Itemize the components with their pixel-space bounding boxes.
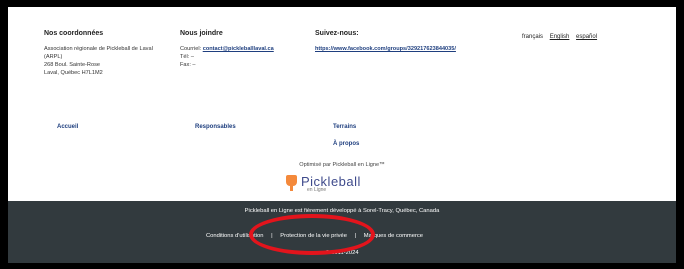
nav-terrains[interactable]: Terrains: [333, 124, 356, 130]
footer-info-area: Nos coordonnées Association régionale de…: [8, 7, 676, 201]
contact-column: Nos coordonnées Association régionale de…: [44, 30, 153, 77]
fax-row: Fax: –: [180, 62, 196, 68]
logo-sub: en Ligne: [307, 187, 327, 193]
nav-responsables[interactable]: Responsables: [195, 124, 236, 130]
follow-title: Suivez-nous:: [315, 30, 359, 37]
nav-accueil[interactable]: Accueil: [57, 124, 78, 130]
join-column: Nous joindre Courriel: contact@picklebal…: [180, 30, 274, 69]
red-highlight-circle: [249, 214, 375, 255]
lang-english[interactable]: English: [550, 34, 570, 40]
lang-francais[interactable]: français: [522, 34, 543, 40]
language-switcher: français English español: [522, 34, 602, 40]
pickleball-en-ligne-logo[interactable]: Pickleball en Ligne: [286, 174, 376, 197]
join-title: Nous joindre: [180, 30, 223, 37]
email-label: Courriel:: [180, 46, 203, 52]
email-row: Courriel: contact@pickleballlaval.ca: [180, 45, 274, 53]
contact-line: 268 Boul. Sainte-Rose: [44, 62, 100, 68]
nav-apropos[interactable]: À propos: [333, 141, 359, 147]
developed-text: Pickleball en Ligne est fièrement dévelo…: [244, 208, 440, 214]
contact-title: Nos coordonnées: [44, 30, 104, 37]
facebook-link[interactable]: https://www.facebook.com/groups/32921762…: [315, 46, 456, 52]
tel-row: Tél: –: [180, 54, 194, 60]
lang-espanol[interactable]: español: [576, 34, 597, 40]
contact-line: (ARPL): [44, 54, 63, 60]
paddle-handle: [290, 186, 293, 191]
email-link[interactable]: contact@pickleballlaval.ca: [203, 46, 274, 52]
contact-line: Laval, Québec H7L1M2: [44, 70, 103, 76]
powered-by-text: Optimisé par Pickleball en Ligne™: [299, 162, 385, 168]
paddle-icon: [286, 175, 297, 186]
follow-column: Suivez-nous: https://www.facebook.com/gr…: [315, 30, 456, 53]
contact-line: Association régionale de Pickleball de L…: [44, 46, 153, 52]
